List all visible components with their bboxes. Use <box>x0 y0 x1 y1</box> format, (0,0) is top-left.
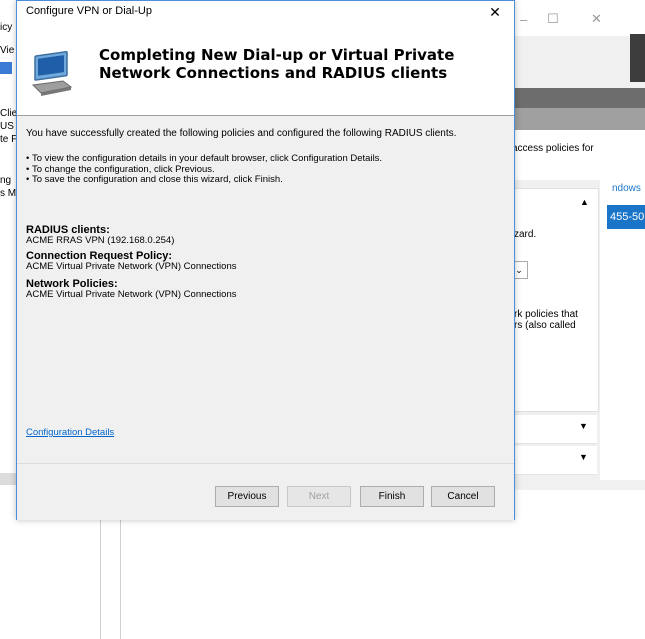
bg-minimize-icon[interactable]: – <box>520 12 527 27</box>
background-panel-body: access policies for <box>509 130 645 180</box>
section-value: ACME Virtual Private Network (VPN) Conne… <box>26 289 237 300</box>
background-row[interactable]: ▼ <box>509 415 597 444</box>
background-scrollbar[interactable] <box>0 473 16 485</box>
network-policies-section: Network Policies: ACME Virtual Private N… <box>26 279 236 301</box>
section-value: ACME RRAS VPN (192.168.0.254) <box>26 235 175 246</box>
bg-fragment: s M <box>0 188 17 199</box>
bg-fragment: ng <box>0 175 12 186</box>
background-titlebar: – ☐ ✕ <box>509 0 645 36</box>
configuration-details-link[interactable]: Configuration Details <box>26 427 114 438</box>
next-button[interactable]: Next <box>287 486 351 507</box>
bg-maximize-icon[interactable]: ☐ <box>547 11 559 27</box>
section-value: ACME Virtual Private Network (VPN) Conne… <box>26 261 237 272</box>
wizard-page-title: Completing New Dial-up or Virtual Privat… <box>99 46 455 82</box>
collapse-arrow-icon[interactable]: ▲ <box>580 197 589 207</box>
bg-fragment: te F <box>0 134 18 145</box>
dialog-title: Configure VPN or Dial-Up <box>26 5 152 17</box>
cancel-button[interactable]: Cancel <box>431 486 495 507</box>
bg-fragment: ndows <box>612 183 641 194</box>
bg-fragment: access policies for <box>512 143 594 154</box>
wizard-footer: Previous Next Finish Cancel <box>17 463 514 520</box>
bg-fragment: rk policies that <box>514 309 578 320</box>
background-header-band <box>630 34 645 82</box>
divider <box>100 518 101 639</box>
close-icon[interactable]: ✕ <box>484 1 506 23</box>
wizard-header: Completing New Dial-up or Virtual Privat… <box>17 23 514 116</box>
wizard-body: You have successfully created the follow… <box>17 116 514 462</box>
background-card: ▲ zard. ⌄ rk policies that rs (also call… <box>509 188 599 412</box>
expand-arrow-icon[interactable]: ▼ <box>579 421 588 431</box>
background-row[interactable]: ▼ <box>509 446 597 475</box>
help-icon <box>0 62 12 74</box>
summary-intro: You have successfully created the follow… <box>26 128 457 139</box>
bg-fragment: Vie <box>0 45 15 56</box>
instruction-item: To view the configuration details in you… <box>26 153 382 165</box>
background-selected-tab[interactable]: 455-50 <box>607 205 645 229</box>
instruction-list: To view the configuration details in you… <box>26 153 382 186</box>
bg-fragment: zard. <box>514 229 537 240</box>
background-panel-subheader <box>509 108 645 130</box>
network-computer-icon <box>31 51 73 96</box>
connection-request-policy-section: Connection Request Policy: ACME Virtual … <box>26 251 236 273</box>
divider <box>120 518 121 639</box>
instruction-item: To save the configuration and close this… <box>26 174 382 186</box>
background-panel-header <box>509 88 645 108</box>
background-left-pane <box>0 0 16 500</box>
finish-button[interactable]: Finish <box>360 486 424 507</box>
previous-button[interactable]: Previous <box>215 486 279 507</box>
radius-clients-section: RADIUS clients: ACME RRAS VPN (192.168.0… <box>26 225 174 247</box>
configure-vpn-dialog: Configure VPN or Dial-Up ✕ Completing Ne… <box>16 0 515 520</box>
bg-fragment: icy <box>0 22 13 33</box>
bg-close-icon[interactable]: ✕ <box>591 11 602 27</box>
dialog-titlebar[interactable]: Configure VPN or Dial-Up ✕ <box>17 1 514 23</box>
bg-fragment: rs (also called <box>514 320 576 331</box>
expand-arrow-icon[interactable]: ▼ <box>579 452 588 462</box>
